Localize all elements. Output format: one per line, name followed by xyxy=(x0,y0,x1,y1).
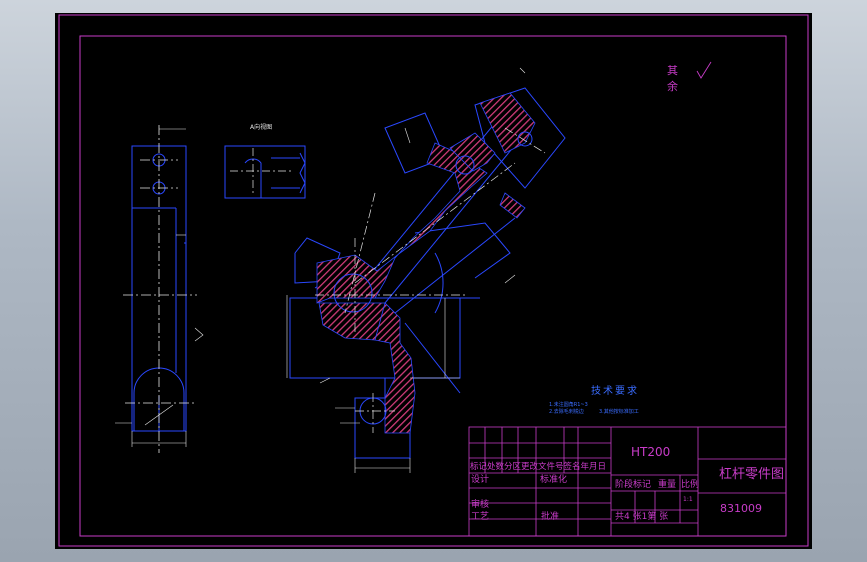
outer-border xyxy=(58,14,809,547)
cad-drawing xyxy=(58,14,809,547)
roughness-symbol xyxy=(696,61,712,79)
scale-value: 1:1 xyxy=(683,496,693,503)
material: HT200 xyxy=(631,445,671,459)
section-view-label: A向视图 xyxy=(250,124,273,131)
a-view xyxy=(224,145,306,199)
main-view-section xyxy=(316,92,536,434)
scale-header: 比例 xyxy=(681,480,700,490)
tech-requirement-1: 1.未注圆角R1~3 xyxy=(549,402,588,408)
revision-header: 标记处数分区更改文件号签名年月日 xyxy=(470,462,607,472)
design-label: 设计 xyxy=(471,475,490,485)
process-label: 工艺 xyxy=(471,512,490,522)
tech-requirement-2: 2.去除毛刺锐边 xyxy=(549,409,584,415)
roughness-label-bottom: 余 xyxy=(667,80,678,93)
tech-requirement-3: 3.其他按标准加工 xyxy=(599,409,639,415)
drawing-number: 831009 xyxy=(720,502,762,515)
tech-requirements-title: 技术要求 xyxy=(591,386,639,397)
stage-header: 阶段标记 xyxy=(615,480,652,490)
standardization-label: 标准化 xyxy=(540,475,568,485)
part-name: 杠杆零件图 xyxy=(719,467,785,482)
drawing-sheet: 其 余 A向视图 技术要求 1.未注圆角R1~3 2.去除毛刺锐边 3.其他按标… xyxy=(55,13,812,549)
roughness-label-top: 其 xyxy=(667,64,678,77)
review-label: 审核 xyxy=(471,500,490,510)
weight-header: 重量 xyxy=(658,480,677,490)
sheet-count: 共4 张1第 张 xyxy=(615,512,669,522)
approve-label: 批准 xyxy=(541,512,560,522)
